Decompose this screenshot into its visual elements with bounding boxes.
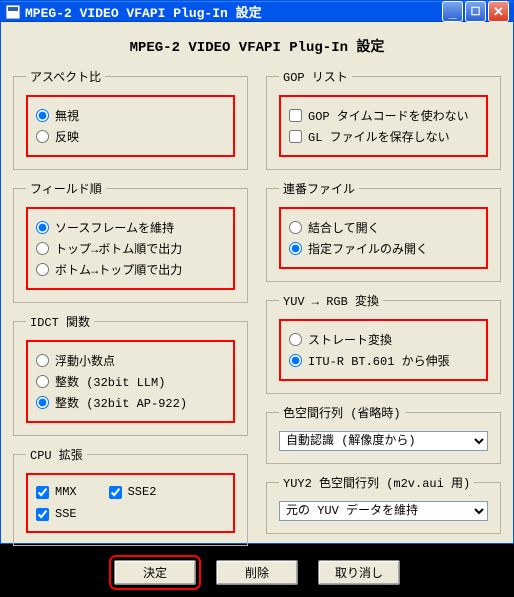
renban-highlight: 結合して開く 指定ファイルのみ開く (279, 207, 488, 269)
renban-join-radio[interactable] (289, 221, 302, 234)
yuvrgb-straight-radio[interactable] (289, 333, 302, 346)
renban-group: 連番ファイル 結合して開く 指定ファイルのみ開く (266, 180, 501, 282)
gop-nosavegl-option[interactable]: GL ファイルを保存しない (289, 128, 478, 145)
cpu-sse-label: SSE (55, 507, 77, 521)
fieldorder-highlight: ソースフレームを維持 トップ→ボトム順で出力 ボトム→トップ順で出力 (26, 207, 235, 290)
yuvrgb-straight-label: ストレート変換 (308, 331, 392, 348)
idct-float-radio[interactable] (36, 354, 49, 367)
matrix-ellipsis-legend: 色空間行列 (省略時) (279, 404, 405, 421)
yuvrgb-bt601-label: ITU-R BT.601 から伸張 (308, 352, 450, 369)
maximize-button[interactable]: ☐ (465, 1, 486, 22)
cpu-group: CPU 拡張 MMX SSE2 (13, 446, 248, 546)
aspect-group: アスペクト比 無視 反映 (13, 68, 248, 170)
aspect-highlight: 無視 反映 (26, 95, 235, 157)
client-area: MPEG-2 VIDEO VFAPI Plug-In 設定 アスペクト比 無視 … (1, 22, 513, 597)
gop-notimecode-checkbox[interactable] (289, 109, 302, 122)
titlebar[interactable]: MPEG-2 VIDEO VFAPI Plug-In 設定 _ ☐ ✕ (1, 1, 513, 22)
aspect-reflect-label: 反映 (55, 128, 79, 145)
cpu-sse2-label: SSE2 (128, 485, 157, 499)
cpu-sse2-checkbox[interactable] (109, 486, 122, 499)
gop-notimecode-label: GOP タイムコードを使わない (308, 107, 469, 124)
page-title: MPEG-2 VIDEO VFAPI Plug-In 設定 (13, 36, 501, 56)
fieldorder-bt-option[interactable]: ボトム→トップ順で出力 (36, 261, 225, 278)
matrix-yuy2-select[interactable]: 元の YUV データを維持 (279, 501, 488, 521)
gop-nosavegl-checkbox[interactable] (289, 130, 302, 143)
yuvrgb-highlight: ストレート変換 ITU-R BT.601 から伸張 (279, 319, 488, 381)
idct-int32ap-label: 整数 (32bit AP-922) (55, 394, 187, 411)
renban-join-label: 結合して開く (308, 219, 380, 236)
aspect-legend: アスペクト比 (26, 68, 105, 85)
cpu-sse-checkbox[interactable] (36, 508, 49, 521)
renban-only-option[interactable]: 指定ファイルのみ開く (289, 240, 478, 257)
renban-only-radio[interactable] (289, 242, 302, 255)
aspect-ignore-option[interactable]: 無視 (36, 107, 225, 124)
minimize-button[interactable]: _ (442, 1, 463, 22)
idct-group: IDCT 関数 浮動小数点 整数 (32bit LLM) 整数 (32bi (13, 313, 248, 436)
cpu-sse2-option[interactable]: SSE2 (109, 485, 157, 499)
close-button[interactable]: ✕ (488, 1, 509, 22)
fieldorder-source-label: ソースフレームを維持 (55, 219, 174, 236)
gop-highlight: GOP タイムコードを使わない GL ファイルを保存しない (279, 95, 488, 157)
window-title: MPEG-2 VIDEO VFAPI Plug-In 設定 (25, 2, 440, 21)
aspect-reflect-radio[interactable] (36, 130, 49, 143)
fieldorder-legend: フィールド順 (26, 180, 106, 197)
renban-join-option[interactable]: 結合して開く (289, 219, 478, 236)
fieldorder-bt-radio[interactable] (36, 263, 49, 276)
cpu-highlight: MMX SSE2 SSE (26, 473, 235, 533)
renban-legend: 連番ファイル (279, 180, 359, 197)
cancel-button[interactable]: 取り消し (318, 560, 400, 585)
app-icon (5, 4, 21, 20)
aspect-ignore-label: 無視 (55, 107, 79, 124)
fieldorder-tb-label: トップ→ボトム順で出力 (55, 240, 182, 257)
cpu-mmx-checkbox[interactable] (36, 486, 49, 499)
aspect-reflect-option[interactable]: 反映 (36, 128, 225, 145)
button-row: 決定 削除 取り消し (13, 560, 501, 585)
matrix-ellipsis-group: 色空間行列 (省略時) 自動認識 (解像度から) (266, 404, 501, 464)
idct-float-option[interactable]: 浮動小数点 (36, 352, 225, 369)
fieldorder-tb-option[interactable]: トップ→ボトム順で出力 (36, 240, 225, 257)
yuvrgb-bt601-radio[interactable] (289, 354, 302, 367)
renban-only-label: 指定ファイルのみ開く (308, 240, 428, 257)
fieldorder-source-option[interactable]: ソースフレームを維持 (36, 219, 225, 236)
yuvrgb-group: YUV → RGB 変換 ストレート変換 ITU-R BT.601 から伸張 (266, 292, 501, 394)
gop-legend: GOP リスト (279, 68, 352, 85)
idct-float-label: 浮動小数点 (55, 352, 115, 369)
idct-legend: IDCT 関数 (26, 313, 94, 330)
idct-int32llm-option[interactable]: 整数 (32bit LLM) (36, 373, 225, 390)
idct-int32ap-option[interactable]: 整数 (32bit AP-922) (36, 394, 225, 411)
gop-group: GOP リスト GOP タイムコードを使わない GL ファイルを保存しない (266, 68, 501, 170)
yuvrgb-legend: YUV → RGB 変換 (279, 292, 383, 309)
gop-nosavegl-label: GL ファイルを保存しない (308, 128, 450, 145)
idct-int32llm-label: 整数 (32bit LLM) (55, 373, 165, 390)
cpu-legend: CPU 拡張 (26, 446, 87, 463)
matrix-ellipsis-select[interactable]: 自動認識 (解像度から) (279, 431, 488, 451)
fieldorder-tb-radio[interactable] (36, 242, 49, 255)
yuvrgb-bt601-option[interactable]: ITU-R BT.601 から伸張 (289, 352, 478, 369)
cpu-mmx-label: MMX (55, 485, 77, 499)
cpu-sse-option[interactable]: SSE (36, 507, 225, 521)
fieldorder-group: フィールド順 ソースフレームを維持 トップ→ボトム順で出力 ボトム→トップ (13, 180, 248, 303)
gop-notimecode-option[interactable]: GOP タイムコードを使わない (289, 107, 478, 124)
delete-button[interactable]: 削除 (216, 560, 298, 585)
window-frame: MPEG-2 VIDEO VFAPI Plug-In 設定 _ ☐ ✕ MPEG… (0, 0, 514, 544)
idct-int32ap-radio[interactable] (36, 396, 49, 409)
cpu-mmx-option[interactable]: MMX (36, 485, 77, 499)
ok-button[interactable]: 決定 (114, 560, 196, 585)
fieldorder-bt-label: ボトム→トップ順で出力 (55, 261, 182, 278)
matrix-yuy2-legend: YUY2 色空間行列 (m2v.aui 用) (279, 474, 474, 491)
fieldorder-source-radio[interactable] (36, 221, 49, 234)
idct-int32llm-radio[interactable] (36, 375, 49, 388)
idct-highlight: 浮動小数点 整数 (32bit LLM) 整数 (32bit AP-922) (26, 340, 235, 423)
aspect-ignore-radio[interactable] (36, 109, 49, 122)
yuvrgb-straight-option[interactable]: ストレート変換 (289, 331, 478, 348)
matrix-yuy2-group: YUY2 色空間行列 (m2v.aui 用) 元の YUV データを維持 (266, 474, 501, 534)
